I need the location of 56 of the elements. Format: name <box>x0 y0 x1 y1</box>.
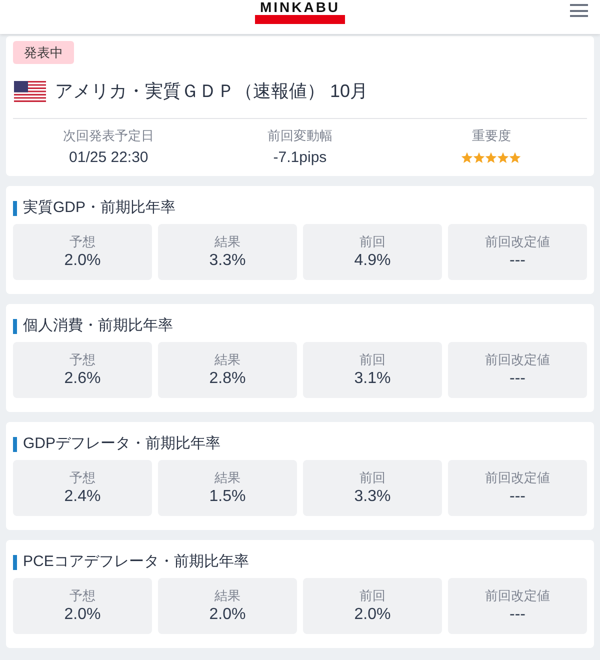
star-icon <box>497 152 510 164</box>
tile-value: 2.0% <box>64 604 101 624</box>
tile-value: 4.9% <box>354 250 391 270</box>
tile-label: 予想 <box>70 232 96 250</box>
tile-label: 前回 <box>360 586 386 604</box>
stat-label: 重要度 <box>472 127 511 145</box>
tile-label: 結果 <box>214 350 240 368</box>
tile-label: 結果 <box>214 586 240 604</box>
tile-value: 3.3% <box>354 486 391 506</box>
indicator-title: PCEコアデフレータ・前期比年率 <box>23 552 249 572</box>
tile-label: 前回 <box>360 468 386 486</box>
stat-value: 01/25 22:30 <box>69 148 148 168</box>
tile-label: 予想 <box>70 350 96 368</box>
tile-value: --- <box>510 368 526 388</box>
heading-accent-bar <box>13 436 17 452</box>
indicator-title: 個人消費・前期比年率 <box>23 316 173 336</box>
heading-accent-bar <box>13 318 17 334</box>
logo-text: MINKABU <box>260 0 340 14</box>
tile-value: 2.4% <box>64 486 101 506</box>
tile-value: 2.0% <box>64 250 101 270</box>
flag-icon <box>14 81 46 102</box>
heading-accent-bar <box>13 200 17 216</box>
tile-label: 前回 <box>360 232 386 250</box>
tile-value: 3.3% <box>209 250 246 270</box>
tile-value: 2.6% <box>64 368 101 388</box>
indicator-title: 実質GDP・前期比年率 <box>23 198 176 218</box>
tile-label: 予想 <box>70 468 96 486</box>
indicator-title: GDPデフレータ・前期比年率 <box>23 434 221 454</box>
star-icon <box>509 152 522 164</box>
stat-value: -7.1pips <box>273 148 327 168</box>
tile-label: 前回改定値 <box>485 350 550 368</box>
tile-value: --- <box>510 486 526 506</box>
tile-label: 前回改定値 <box>485 468 550 486</box>
tile-value: --- <box>510 250 526 270</box>
star-icon <box>461 152 474 164</box>
tile-value: 3.1% <box>354 368 391 388</box>
status-badge: 発表中 <box>13 41 74 64</box>
site-logo[interactable]: MINKABU <box>255 0 345 34</box>
tile-value: 2.0% <box>354 604 391 624</box>
tile-label: 結果 <box>214 232 240 250</box>
tile-value: 1.5% <box>209 486 246 506</box>
star-icon <box>473 152 486 164</box>
tile-value: --- <box>510 604 526 624</box>
tile-label: 前回改定値 <box>485 232 550 250</box>
tile-label: 結果 <box>214 468 240 486</box>
event-title: アメリカ・実質ＧＤＰ（速報値） 10月 <box>55 80 368 103</box>
star-icon <box>485 152 498 164</box>
heading-accent-bar <box>13 554 17 570</box>
tile-value: 2.8% <box>209 368 246 388</box>
stat-label: 前回変動幅 <box>267 127 332 145</box>
menu-icon[interactable] <box>570 4 588 17</box>
tile-label: 予想 <box>70 586 96 604</box>
tile-label: 前回 <box>360 350 386 368</box>
tile-value: 2.0% <box>209 604 246 624</box>
stat-label: 次回発表予定日 <box>63 127 154 145</box>
tile-label: 前回改定値 <box>485 586 550 604</box>
